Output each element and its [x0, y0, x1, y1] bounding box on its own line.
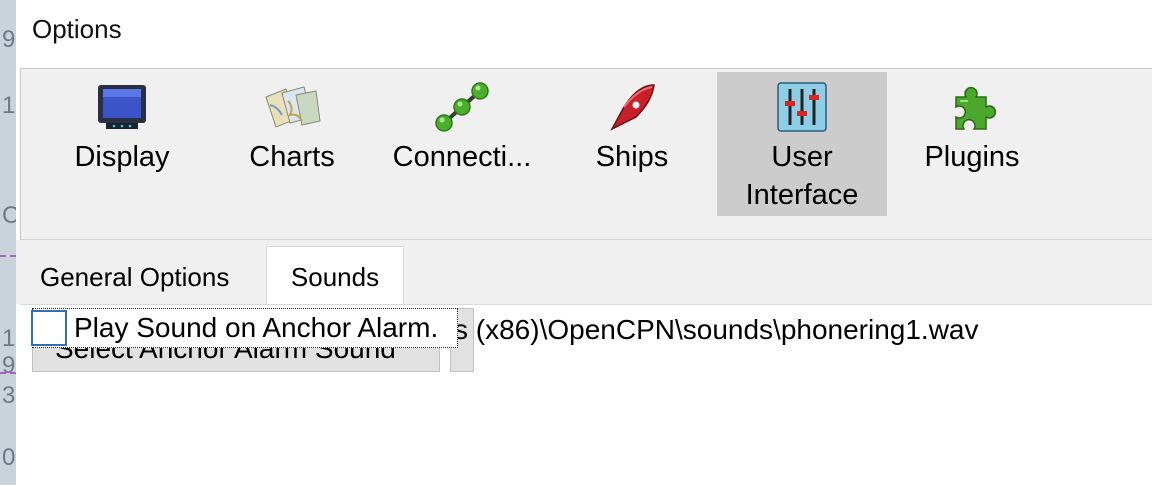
chart-fragment: 9: [2, 352, 16, 379]
anchor-alarm-checkbox-label[interactable]: Play Sound on Anchor Alarm.: [74, 312, 438, 344]
puzzle-icon: [955, 87, 996, 130]
tab-sounds[interactable]: Sounds: [266, 246, 404, 306]
chart-fragment: 0: [2, 444, 16, 471]
toolbar-button-label: Connecti...: [392, 141, 532, 173]
chart-fragment: 9: [2, 26, 16, 53]
chart-fragment: C: [2, 202, 16, 229]
sound-file-path: s (x86)\OpenCPN\sounds\phonering1.wav: [454, 314, 979, 345]
chart-route-line: [0, 255, 16, 257]
category-toolbar: Display Charts Connecti... Ships User In…: [20, 68, 1152, 240]
toolbar-button-label: Display: [74, 141, 170, 173]
anchor-alarm-checkbox[interactable]: [31, 310, 67, 346]
chart-fragment: 3: [2, 382, 16, 409]
charts-icon: [265, 86, 321, 128]
toolbar-button-ships[interactable]: Ships: [547, 72, 717, 216]
toolbar-button-charts[interactable]: Charts: [207, 72, 377, 216]
toolbar-button-display[interactable]: Display: [37, 72, 207, 216]
toolbar-button-user-interface[interactable]: User Interface: [717, 72, 887, 216]
background-chart-strip: 9 1 C 1 9 3 0: [0, 0, 16, 485]
chart-route-line: [0, 372, 16, 374]
toolbar-button-plugins[interactable]: Plugins: [887, 72, 1057, 216]
toolbar-button-label: Plugins: [924, 141, 1020, 173]
tab-general-options[interactable]: General Options: [40, 262, 229, 293]
chart-fragment: 1: [2, 325, 16, 352]
connections-icon: [435, 82, 489, 132]
chart-fragment: 1: [2, 92, 16, 119]
monitor-icon: [98, 85, 146, 129]
sliders-icon: [777, 82, 827, 132]
ship-icon: [610, 84, 655, 131]
toolbar-button-label: User Interface: [745, 141, 859, 211]
options-dialog: Options Display Charts Connecti... Ships…: [16, 0, 1152, 486]
toolbar-button-connections[interactable]: Connecti...: [377, 72, 547, 216]
toolbar-button-label: Charts: [249, 141, 335, 173]
toolbar-button-label: Ships: [595, 141, 669, 173]
window-title: Options: [32, 14, 122, 44]
